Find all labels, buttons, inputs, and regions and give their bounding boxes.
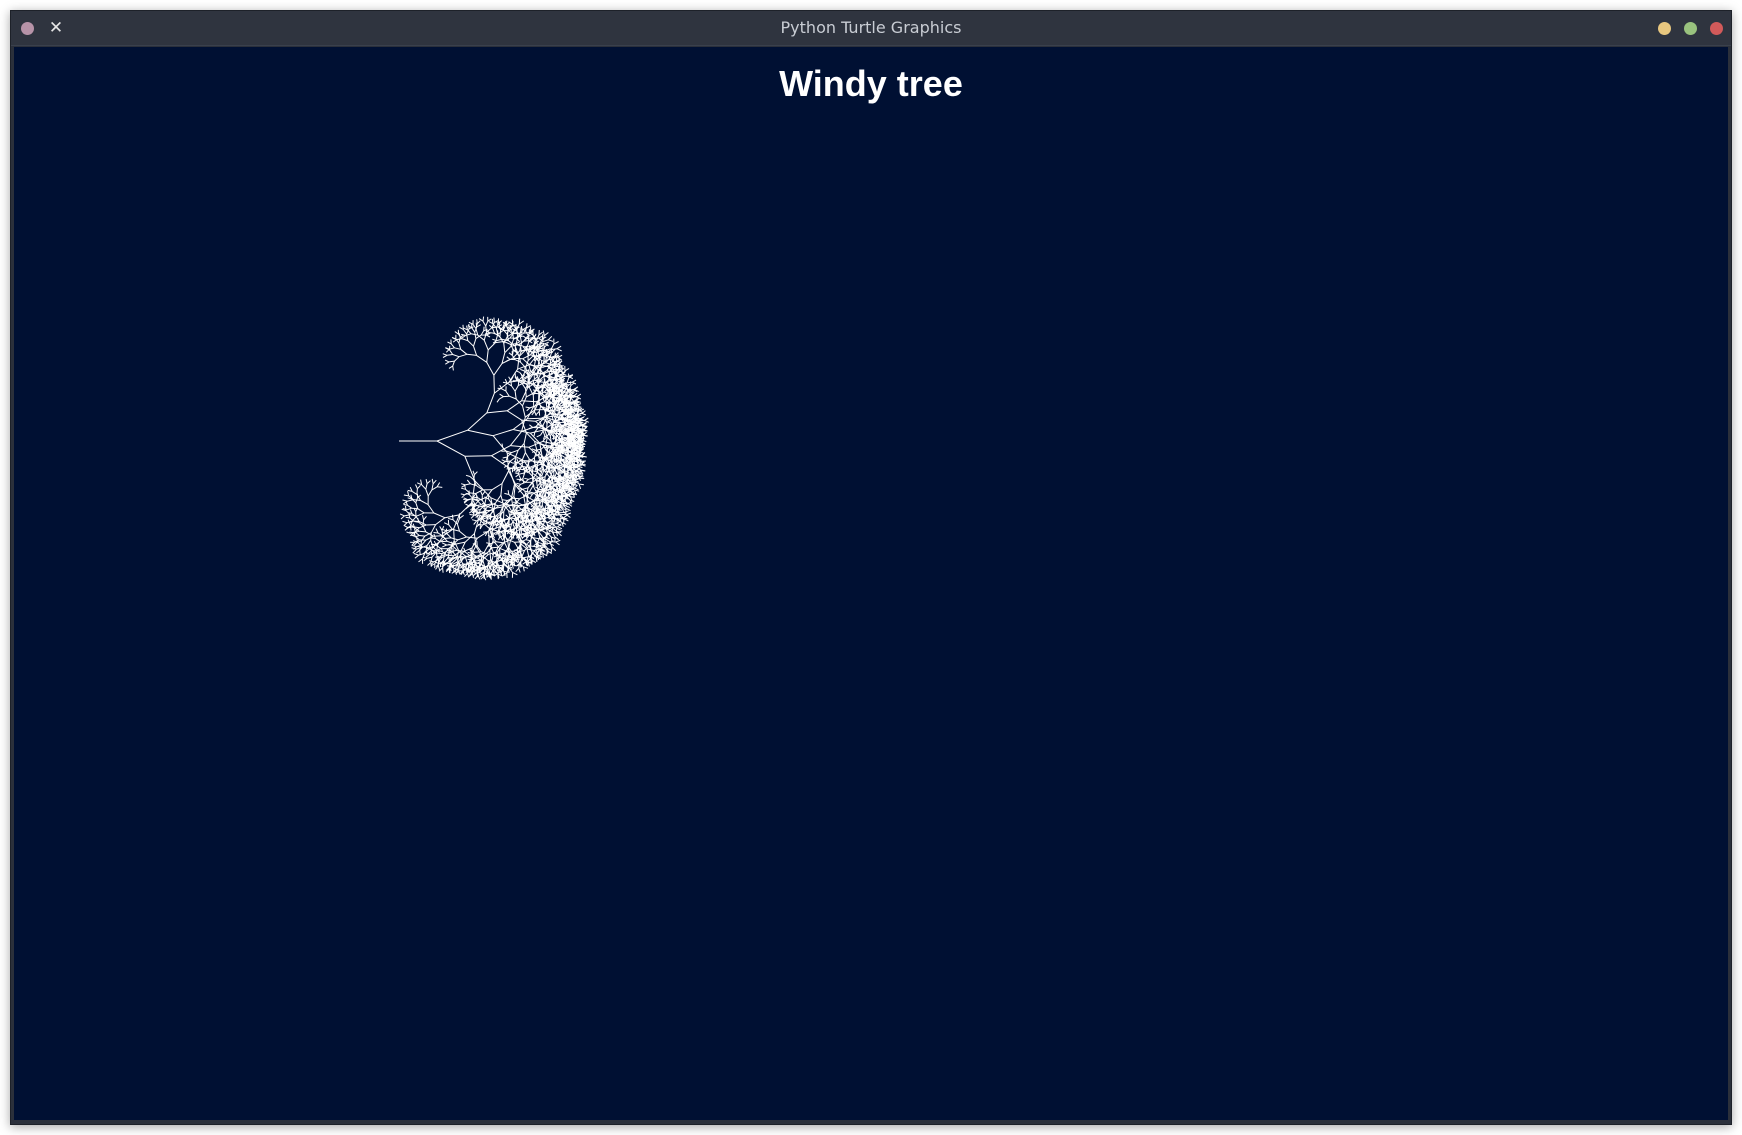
canvas-heading: Windy tree — [779, 63, 963, 104]
close-icon[interactable] — [1710, 22, 1723, 35]
window-title: Python Turtle Graphics — [780, 18, 962, 37]
title-bar[interactable]: ✕ Python Turtle Graphics — [11, 11, 1731, 46]
maximize-icon[interactable] — [1684, 22, 1697, 35]
turtle-window: ✕ Python Turtle Graphics Windy tree — [10, 10, 1732, 1125]
minimize-icon[interactable] — [1658, 22, 1671, 35]
tree-branches — [399, 316, 590, 581]
turtle-canvas[interactable]: Windy tree — [14, 47, 1728, 1120]
windy-tree-drawing — [399, 316, 590, 581]
